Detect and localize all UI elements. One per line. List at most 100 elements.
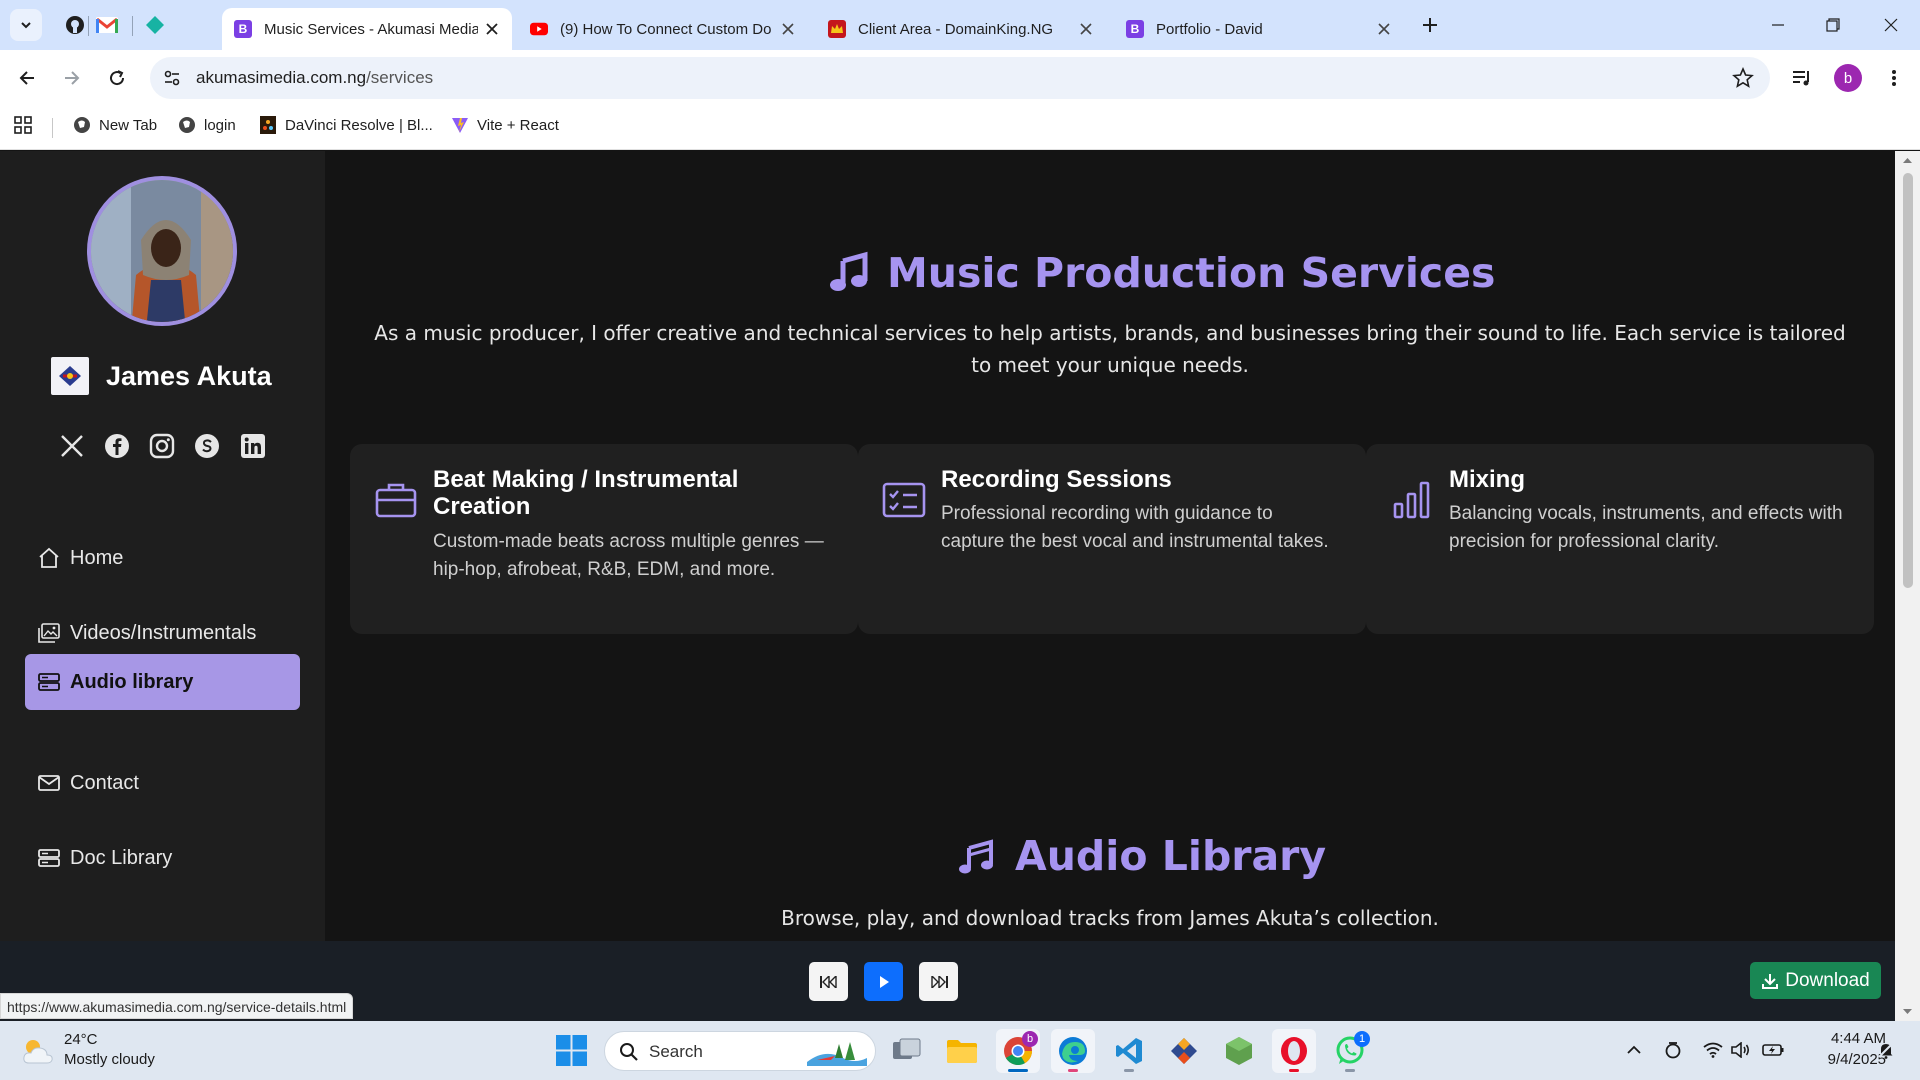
pinned-tab-gmail[interactable]	[92, 10, 122, 40]
tray-sync-icon[interactable]	[1662, 1039, 1684, 1061]
vite-icon	[451, 116, 469, 134]
main-content: Music Production Services As a music pro…	[325, 151, 1895, 941]
previous-track-button[interactable]	[809, 962, 848, 1001]
profile-avatar[interactable]: b	[1834, 64, 1862, 92]
bookmark-star-icon[interactable]	[1732, 67, 1754, 89]
taskbar-search-box[interactable]: Search	[604, 1031, 876, 1071]
x-twitter-link[interactable]	[57, 431, 87, 461]
tray-notifications[interactable]	[1875, 1039, 1897, 1061]
bookmark-vite-react[interactable]: Vite + React	[451, 116, 559, 134]
crown-icon	[828, 20, 846, 38]
taskbar-edge[interactable]	[1051, 1029, 1095, 1073]
nav-home[interactable]: Home	[25, 530, 300, 586]
tab-search-button[interactable]	[10, 9, 42, 41]
play-button[interactable]	[864, 962, 903, 1001]
windows-start-icon[interactable]	[556, 1035, 587, 1066]
url-text[interactable]: akumasimedia.com.ng/services	[196, 68, 433, 88]
taskbar-whatsapp[interactable]: 1	[1328, 1029, 1372, 1073]
diamond-icon	[146, 16, 164, 34]
facebook-link[interactable]	[102, 431, 132, 461]
nav-videos-instrumentals[interactable]: Videos/Instrumentals	[25, 605, 300, 661]
tray-overflow-button[interactable]	[1623, 1039, 1645, 1061]
arrow-left-icon	[19, 71, 34, 85]
profile-photo	[87, 176, 237, 326]
close-window-button[interactable]	[1876, 10, 1906, 40]
scrollbar-thumb[interactable]	[1903, 173, 1913, 588]
services-title: Music Production Services	[827, 249, 1495, 297]
taskbar-opera[interactable]	[1272, 1029, 1316, 1073]
notification-bell-icon	[1878, 1042, 1894, 1059]
linkedin-link[interactable]	[238, 431, 268, 461]
services-lead: As a music producer, I offer creative an…	[374, 321, 1846, 377]
edge-icon	[1059, 1037, 1087, 1065]
tab-portfolio[interactable]: B Portfolio - David	[1114, 8, 1404, 50]
skip-forward-icon	[930, 975, 948, 988]
taskbar-time[interactable]: 4:44 AM	[1806, 1030, 1886, 1047]
close-tab-icon[interactable]	[1078, 21, 1094, 37]
nav-doc-library[interactable]: Doc Library	[25, 830, 300, 886]
taskbar-vscode[interactable]	[1107, 1029, 1151, 1073]
weather-description[interactable]: Mostly cloudy	[64, 1051, 155, 1068]
bookmark-new-tab[interactable]: New Tab	[73, 116, 157, 134]
download-button[interactable]: Download	[1750, 962, 1881, 999]
pinned-tab-diamond[interactable]	[140, 10, 170, 40]
music-note-icon	[830, 251, 868, 291]
briefcase-icon	[375, 483, 417, 518]
close-tab-icon[interactable]	[780, 21, 796, 37]
bookmarks-bar: New Tab login DaVinci Resolve | Bl... Vi…	[0, 106, 1920, 150]
new-tab-button[interactable]	[1417, 12, 1443, 38]
back-button[interactable]	[11, 62, 43, 94]
browser-menu-button[interactable]	[1878, 62, 1910, 94]
scroll-up-arrow-icon[interactable]	[1902, 155, 1913, 166]
media-controls-button[interactable]	[1786, 62, 1818, 94]
restore-button[interactable]	[1818, 10, 1848, 40]
scroll-down-arrow-icon[interactable]	[1902, 1006, 1913, 1017]
restore-icon	[1826, 18, 1840, 32]
minimize-icon	[1772, 24, 1784, 26]
tray-volume[interactable]	[1730, 1039, 1752, 1061]
globe-icon	[73, 116, 91, 134]
reload-icon	[110, 70, 125, 86]
cloudy-weather-icon[interactable]	[20, 1033, 56, 1069]
skype-link[interactable]	[192, 431, 222, 461]
pinned-tab-github[interactable]	[60, 10, 90, 40]
taskbar-git-app[interactable]	[1162, 1029, 1206, 1073]
apps-button[interactable]	[14, 116, 40, 134]
hexagon-icon	[1226, 1037, 1252, 1065]
site-info-icon[interactable]	[162, 68, 182, 88]
taskbar-date[interactable]: 9/4/2025	[1806, 1051, 1886, 1068]
minimize-button[interactable]	[1763, 10, 1793, 40]
forward-button[interactable]	[56, 62, 88, 94]
weather-temperature[interactable]: 24°C	[64, 1031, 98, 1048]
checklist-icon	[882, 482, 926, 518]
nav-contact[interactable]: Contact	[25, 755, 300, 811]
service-card[interactable]: Recording Sessions Professional recordin…	[858, 444, 1366, 634]
taskbar-task-view[interactable]	[885, 1029, 929, 1073]
address-bar[interactable]: akumasimedia.com.ng/services	[150, 57, 1770, 99]
chrome-profile-badge: b	[1022, 1031, 1038, 1047]
tab-youtube[interactable]: (9) How To Connect Custom Do	[518, 8, 808, 50]
reload-button[interactable]	[101, 62, 133, 94]
tab-music-services[interactable]: B Music Services - Akumasi Media	[222, 8, 512, 50]
bookmark-login[interactable]: login	[178, 116, 236, 134]
tray-wifi[interactable]	[1702, 1039, 1724, 1061]
nav-audio-library[interactable]: Audio library	[25, 654, 300, 710]
taskbar-file-explorer[interactable]	[940, 1029, 984, 1073]
service-card[interactable]: Mixing Balancing vocals, instruments, an…	[1366, 444, 1874, 634]
next-track-button[interactable]	[919, 962, 958, 1001]
x-icon	[61, 435, 83, 457]
taskbar-node-app[interactable]	[1217, 1029, 1261, 1073]
tray-battery[interactable]	[1762, 1039, 1784, 1061]
taskbar-chrome[interactable]: b	[996, 1029, 1040, 1073]
service-card[interactable]: Beat Making / Instrumental Creation Cust…	[350, 444, 858, 634]
page-scrollbar[interactable]	[1895, 151, 1920, 1021]
close-tab-icon[interactable]	[1376, 21, 1392, 37]
search-icon	[620, 1043, 638, 1061]
bookmark-davinci[interactable]: DaVinci Resolve | Bl...	[259, 116, 433, 134]
globe-icon	[178, 116, 196, 134]
card-title: Recording Sessions	[941, 466, 1172, 493]
browser-toolbar: akumasimedia.com.ng/services b	[0, 50, 1920, 106]
tab-domainking[interactable]: Client Area - DomainKing.NG	[816, 8, 1106, 50]
instagram-link[interactable]	[147, 431, 177, 461]
close-tab-icon[interactable]	[484, 21, 500, 37]
